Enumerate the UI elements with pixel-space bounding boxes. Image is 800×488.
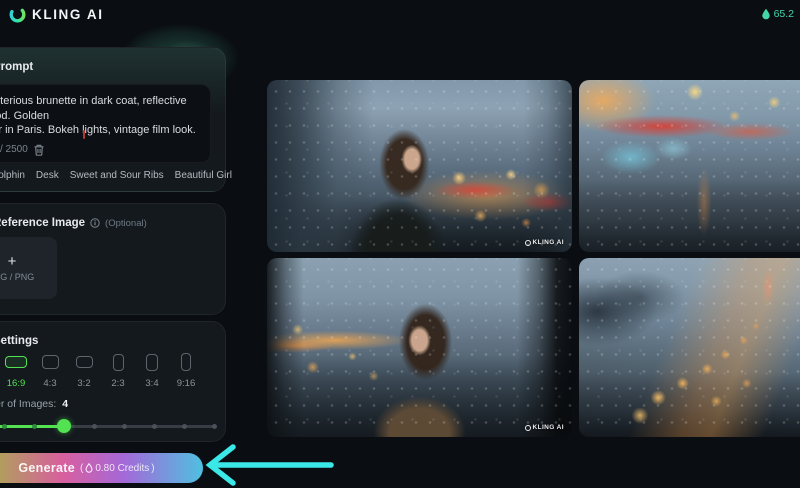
kling-watermark: KLING AI <box>525 424 565 431</box>
annotation-arrow-icon <box>198 442 338 488</box>
kling-watermark: KLING AI <box>525 239 565 246</box>
number-of-images-slider[interactable] <box>0 419 214 433</box>
slider-tick <box>32 424 37 429</box>
slider-tick <box>212 424 217 429</box>
generated-images-grid: KLING AI KLING AI <box>267 80 800 437</box>
aspect-ratio-3-4[interactable]: 3:4 <box>139 352 165 389</box>
slider-tick <box>122 424 127 429</box>
aspect-ratio-2-3[interactable]: 2:3 <box>105 352 131 389</box>
ratio-9-16-icon <box>181 353 191 371</box>
ratio-3-4-icon <box>146 354 158 371</box>
optional-label: (Optional) <box>105 218 147 229</box>
generate-label: Generate <box>18 461 75 475</box>
slider-tick <box>2 424 7 429</box>
aspect-ratio-16-9[interactable]: 16:9 <box>3 352 29 389</box>
generate-button[interactable]: Generate ( 0.80 Credits ) <box>0 453 203 483</box>
credits-value: 65.2 <box>774 8 794 20</box>
settings-panel-title: Settings <box>0 335 209 347</box>
reference-upload-dropzone[interactable]: + JPG / PNG <box>0 237 57 299</box>
slider-tick <box>92 424 97 429</box>
ratio-16-9-icon <box>5 356 27 368</box>
red-cursor-mark <box>83 130 85 139</box>
app-window: KLING AI 65.2 Prompt Mysterious brunette… <box>0 0 800 488</box>
generate-cost: ( 0.80 Credits ) <box>80 463 155 474</box>
aspect-ratio-selector: 16:9 4:3 3:2 2:3 3:4 9:16 <box>3 352 199 389</box>
prompt-suggestions: Dolphin Desk Sweet and Sour Ribs Beautif… <box>0 169 213 182</box>
info-icon[interactable] <box>90 218 100 228</box>
ratio-3-2-icon <box>76 356 93 368</box>
aspect-ratio-3-2[interactable]: 3:2 <box>71 352 97 389</box>
aspect-ratio-9-16[interactable]: 9:16 <box>173 352 199 389</box>
slider-handle[interactable] <box>57 419 71 433</box>
upload-format-hint: JPG / PNG <box>0 272 34 282</box>
slider-tick <box>152 424 157 429</box>
slider-tick <box>182 424 187 429</box>
generated-image-2[interactable] <box>579 80 800 252</box>
kling-logo-icon <box>8 5 27 24</box>
number-of-images-row: Number of Images: 4 <box>0 398 68 410</box>
logo-wordmark: KLING AI <box>32 7 104 22</box>
kling-logo[interactable]: KLING AI <box>8 5 104 24</box>
credit-droplet-icon <box>761 8 771 20</box>
top-bar: KLING AI 65.2 <box>0 0 800 30</box>
suggestion-chip[interactable]: Desk <box>36 170 59 181</box>
reference-image-panel: Reference Image (Optional) + JPG / PNG <box>0 203 226 315</box>
settings-panel: Settings 16:9 4:3 3:2 2:3 3:4 <box>0 321 226 442</box>
aspect-ratio-4-3[interactable]: 4:3 <box>37 352 63 389</box>
prompt-panel-title: Prompt <box>0 61 209 73</box>
generated-image-1[interactable]: KLING AI <box>267 80 572 252</box>
generated-image-4[interactable] <box>579 258 800 437</box>
number-of-images-value: 4 <box>62 398 68 410</box>
prompt-text: Mysterious brunette in dark coat, reflec… <box>0 94 198 138</box>
cost-droplet-icon <box>85 463 93 473</box>
suggestion-chip[interactable]: Beautiful Girl <box>175 170 232 181</box>
plus-icon: + <box>8 254 17 269</box>
ratio-4-3-icon <box>42 355 59 369</box>
suggestion-chip[interactable]: Dolphin <box>0 170 25 181</box>
number-of-images-label: Number of Images: <box>0 398 56 410</box>
prompt-textarea[interactable]: Mysterious brunette in dark coat, reflec… <box>0 84 211 163</box>
prompt-panel: Prompt Mysterious brunette in dark coat,… <box>0 47 226 192</box>
suggestion-chip[interactable]: Sweet and Sour Ribs <box>70 170 164 181</box>
credits-balance[interactable]: 65.2 <box>761 8 794 20</box>
char-counter: / 2500 <box>0 144 28 155</box>
ratio-2-3-icon <box>113 354 124 371</box>
clear-prompt-trash-icon[interactable] <box>32 143 46 157</box>
generated-image-3[interactable]: KLING AI <box>267 258 572 437</box>
reference-panel-title: Reference Image (Optional) <box>0 217 209 229</box>
watermark-logo-icon <box>525 240 531 246</box>
watermark-logo-icon <box>525 425 531 431</box>
